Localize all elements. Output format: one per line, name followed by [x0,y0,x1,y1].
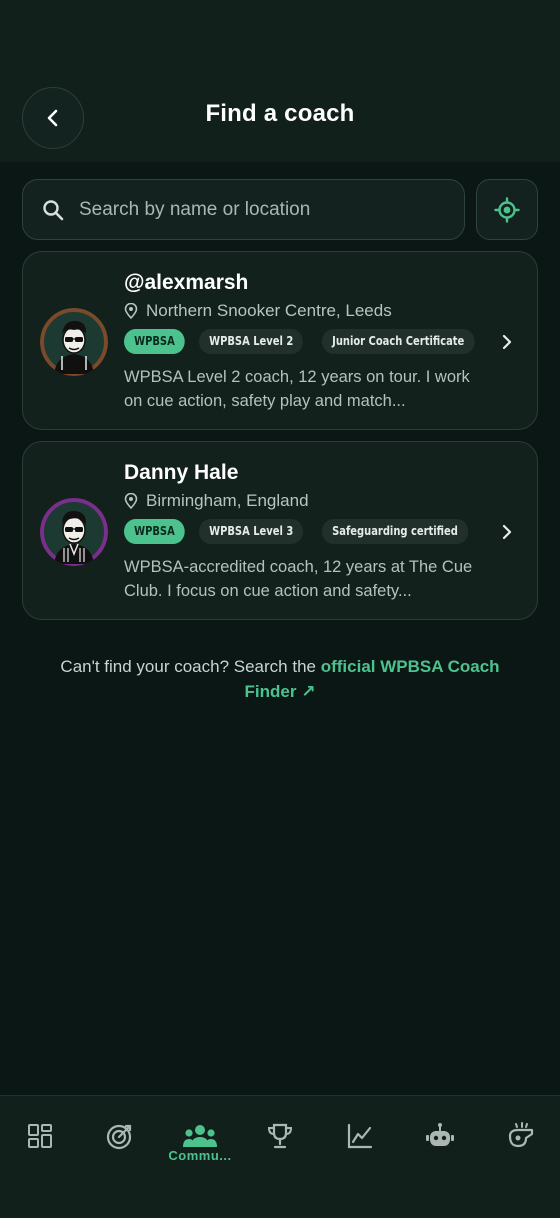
tag-badge: WPBSA Level 3 [199,519,304,544]
coach-location: Northern Snooker Centre, Leeds [124,301,392,321]
coach-name: Danny Hale [124,461,239,484]
tag-list: WPBSA WPBSA Level 3 Safeguarding certifi… [124,519,480,544]
coach-card[interactable]: Danny Hale Birmingham, England WPBSA WPB… [22,441,538,620]
chevron-right-icon [502,524,512,540]
tag-badge: Junior Coach Certificate [321,329,475,354]
locate-me-button[interactable] [476,179,538,240]
location-pin-icon [124,303,138,319]
coach-finder-note: Can't find your coach? Search the offici… [40,654,520,704]
tab-dashboard[interactable] [20,1116,60,1156]
tab-ai-coach[interactable] [420,1116,460,1156]
whistle-icon [508,1122,534,1148]
tab-community-label: Commu... [168,1148,232,1163]
search-field[interactable] [22,179,465,240]
page-title: Find a coach [205,100,355,127]
tag-list: WPBSA WPBSA Level 2 Junior Coach Certifi… [124,329,487,354]
coach-bio: WPBSA-accredited coach, 12 years at The … [124,558,473,600]
search-input[interactable] [79,198,419,221]
coach-bio: WPBSA Level 2 coach, 12 years on tour. I… [124,368,470,410]
stats-chart-icon [347,1123,373,1149]
tag-badge: WPBSA [124,329,185,354]
dashboard-icon [28,1124,52,1148]
trophy-icon [267,1123,293,1149]
bottom-tab-bar [0,1095,560,1218]
search-icon [43,199,64,220]
location-crosshair-icon [494,196,520,223]
tab-tournaments[interactable] [260,1116,300,1156]
avatar [40,498,108,566]
target-icon [106,1124,132,1150]
coach-location: Birmingham, England [124,491,309,511]
avatar [40,308,108,376]
community-icon [183,1125,217,1147]
tag-badge: Safeguarding certified [321,519,468,544]
location-pin-icon [124,493,138,509]
tag-badge: WPBSA Level 2 [199,329,304,354]
coach-finder-prefix: Can't find your coach? Search the [60,657,321,676]
robot-icon [426,1123,454,1146]
tab-referee[interactable] [500,1116,540,1156]
coach-location-text: Northern Snooker Centre, Leeds [146,301,392,320]
chevron-right-icon [502,334,512,350]
coach-name: @alexmarsh [124,271,249,294]
coach-location-text: Birmingham, England [146,491,309,510]
coach-card[interactable]: @alexmarsh Northern Snooker Centre, Leed… [22,251,538,430]
tab-training[interactable] [100,1116,140,1156]
tab-stats[interactable] [340,1116,380,1156]
header-bar: Find a coach [0,0,560,162]
tag-badge: WPBSA [124,519,185,544]
